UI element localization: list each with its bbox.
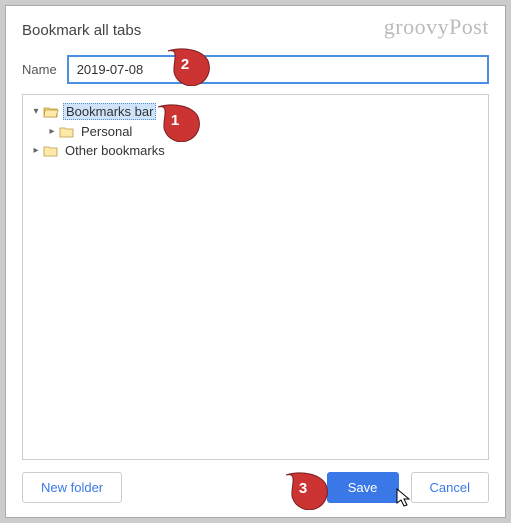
folder-icon [59,125,75,139]
name-row: Name [22,55,489,84]
dialog-title: Bookmark all tabs [22,22,489,39]
tree-item-personal[interactable]: ▸ Personal [27,122,484,141]
name-label: Name [22,62,57,77]
save-button[interactable]: Save [327,472,399,503]
folder-icon [43,144,59,158]
new-folder-button[interactable]: New folder [22,472,122,503]
chevron-down-icon[interactable]: ▾ [29,106,43,117]
button-row: New folder Save Cancel [22,472,489,503]
chevron-right-icon[interactable]: ▸ [29,145,43,156]
tree-item-other-bookmarks[interactable]: ▸ Other bookmarks [27,141,484,160]
tree-item-label: Personal [79,124,134,139]
folder-open-icon [43,105,59,119]
folder-tree[interactable]: ▾ Bookmarks bar ▸ Personal ▸ [22,94,489,460]
tree-item-bookmarks-bar[interactable]: ▾ Bookmarks bar [27,101,484,122]
name-input[interactable] [67,55,489,84]
chevron-right-icon[interactable]: ▸ [45,126,59,137]
bookmark-all-tabs-dialog: groovyPost Bookmark all tabs Name ▾ Book… [5,5,506,518]
tree-item-label: Other bookmarks [63,143,167,158]
cancel-button[interactable]: Cancel [411,472,489,503]
tree-item-label: Bookmarks bar [63,103,156,120]
